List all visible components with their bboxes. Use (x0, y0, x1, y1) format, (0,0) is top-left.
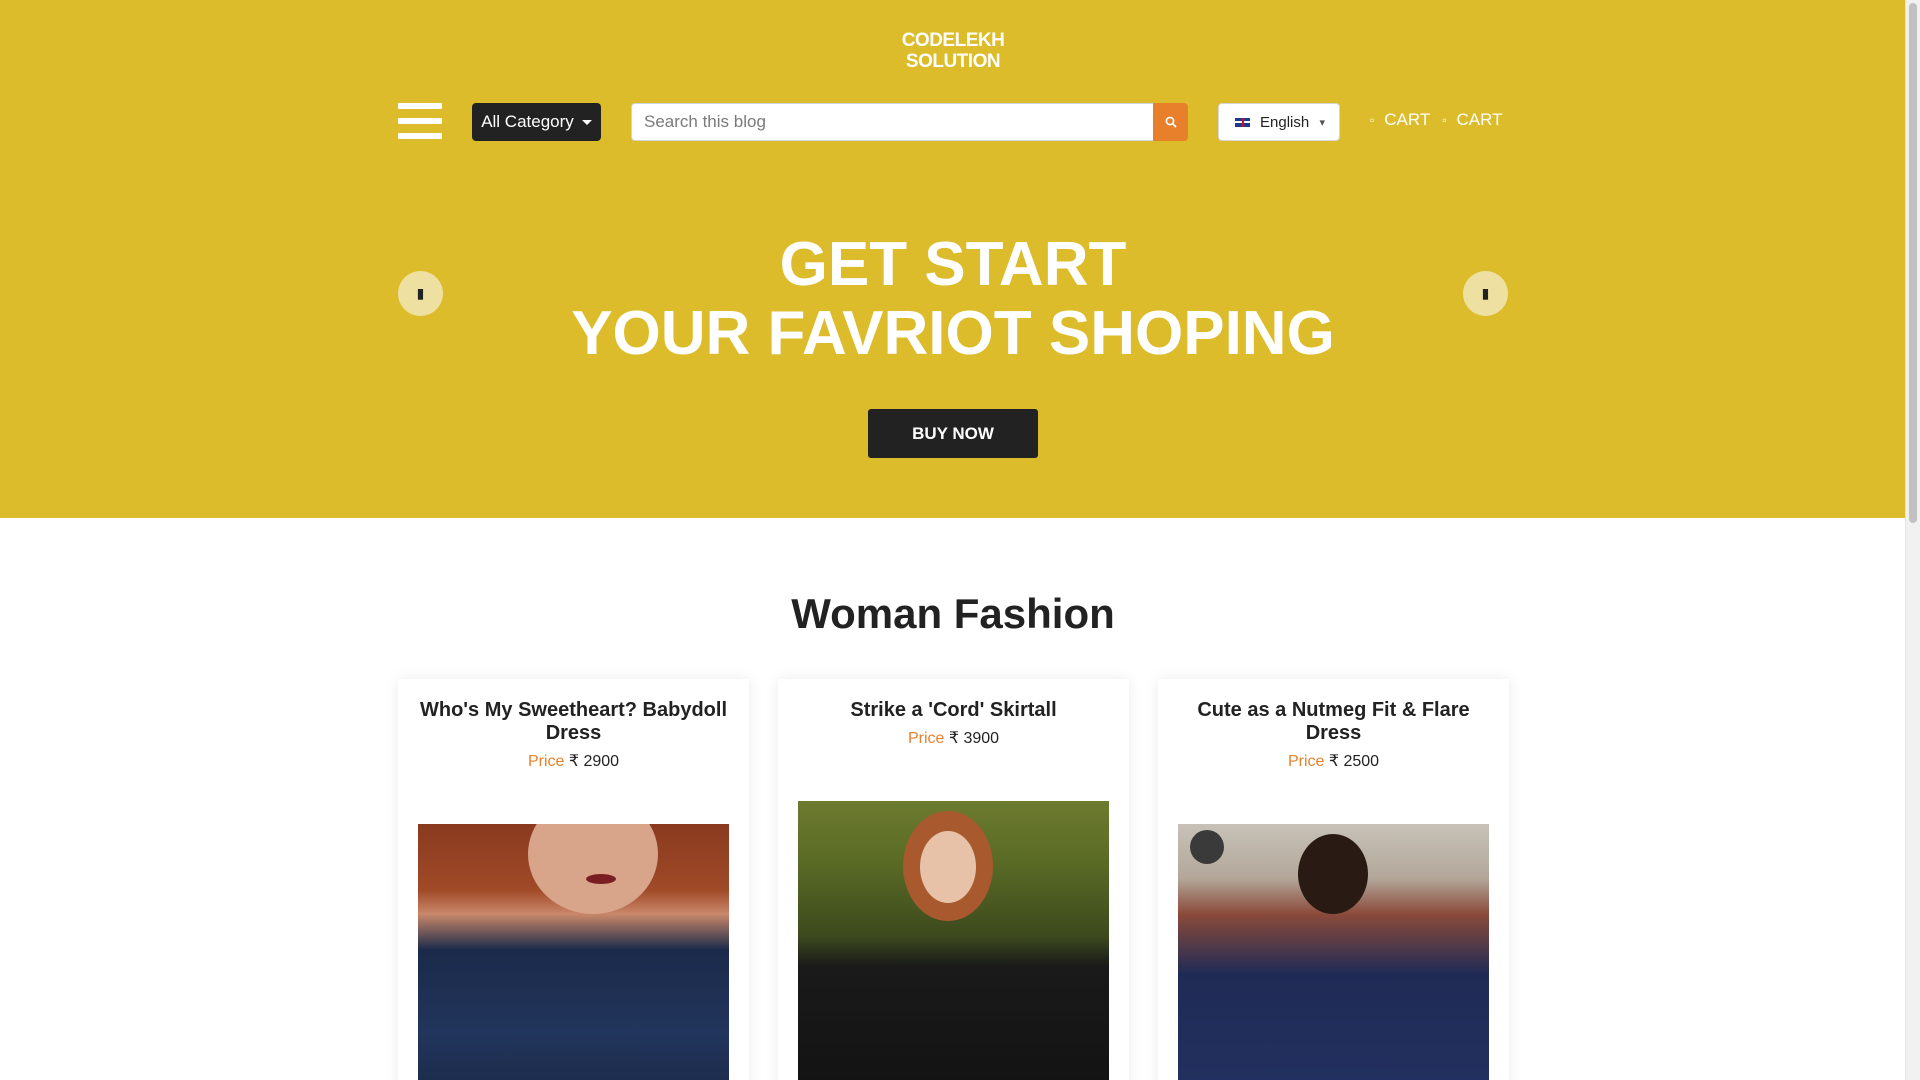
search-bar (631, 103, 1188, 141)
product-name[interactable]: Cute as a Nutmeg Fit & Flare Dress (1178, 699, 1489, 745)
price-value: ₹ 2900 (568, 753, 620, 770)
model-face (528, 824, 658, 914)
cart-link-2[interactable]: ▫ CART (1442, 110, 1502, 130)
category-dropdown-button[interactable]: All Category (472, 103, 601, 141)
model-face (920, 831, 976, 903)
menu-bar (398, 118, 442, 124)
hero-title-line-2: YOUR FAVRIOT SHOPING (571, 299, 1335, 368)
brand-logo[interactable]: CODELEKH SOLUTION (900, 30, 1006, 72)
product-image[interactable] (798, 801, 1109, 1080)
product-name[interactable]: Who's My Sweetheart? Babydoll Dress (418, 699, 729, 745)
product-card[interactable]: Strike a 'Cord' Skirtall Price ₹ 3900 (778, 679, 1129, 1080)
hero-banner: CODELEKH SOLUTION All Category English (0, 0, 1905, 518)
menu-bar (398, 103, 442, 109)
price-label: Price (907, 730, 945, 747)
uk-flag-icon (1235, 117, 1250, 127)
section-title: Woman Fashion (791, 590, 1115, 637)
product-image[interactable] (418, 824, 729, 1080)
product-price: Price ₹ 2900 (418, 751, 729, 771)
price-value: ₹ 3900 (948, 730, 1000, 747)
language-selector[interactable]: English ▾ (1218, 103, 1340, 141)
logo-line-2: SOLUTION (905, 51, 1001, 72)
scrollbar-thumb[interactable] (1909, 3, 1917, 523)
hamburger-menu-icon[interactable] (398, 103, 442, 139)
hero-title: GET START YOUR FAVRIOT SHOPING (400, 230, 1506, 368)
product-price: Price ₹ 2500 (1178, 751, 1489, 771)
cart-label: CART (1456, 110, 1503, 129)
cart-icon: ▫ (1370, 113, 1375, 127)
price-label: Price (527, 753, 565, 770)
vertical-scrollbar[interactable] (1905, 0, 1920, 1080)
cart-label: CART (1384, 110, 1431, 129)
caret-down-icon (581, 119, 592, 125)
product-image[interactable] (1178, 824, 1489, 1080)
dropdown-arrow-icon: ▾ (1319, 116, 1325, 129)
product-card[interactable]: Cute as a Nutmeg Fit & Flare Dress Price… (1158, 679, 1509, 1080)
product-price: Price ₹ 3900 (798, 728, 1109, 748)
product-card[interactable]: Who's My Sweetheart? Babydoll Dress Pric… (398, 679, 749, 1080)
price-label: Price (1287, 753, 1325, 770)
hero-title-line-1: GET START (779, 230, 1127, 299)
cart-icon: ▫ (1442, 113, 1447, 127)
search-input[interactable] (631, 103, 1153, 141)
category-dropdown-label: All Category (481, 112, 574, 131)
product-name[interactable]: Strike a 'Cord' Skirtall (798, 699, 1109, 722)
page: CODELEKH SOLUTION All Category English (0, 0, 1905, 1080)
buy-now-button[interactable]: BUY NOW (868, 409, 1038, 458)
price-value: ₹ 2500 (1328, 753, 1380, 770)
menu-bar (398, 133, 442, 139)
language-label: English (1260, 113, 1310, 131)
model-lips (586, 874, 616, 884)
logo-line-1: CODELEKH (901, 30, 1005, 51)
cart-link-1[interactable]: ▫ CART (1370, 110, 1430, 130)
search-button[interactable] (1153, 103, 1188, 141)
search-icon (1165, 116, 1177, 128)
model-hair (1298, 834, 1368, 914)
cart-area: ▫ CART ▫ CART (1370, 110, 1503, 130)
basketball-sign (1190, 830, 1224, 864)
